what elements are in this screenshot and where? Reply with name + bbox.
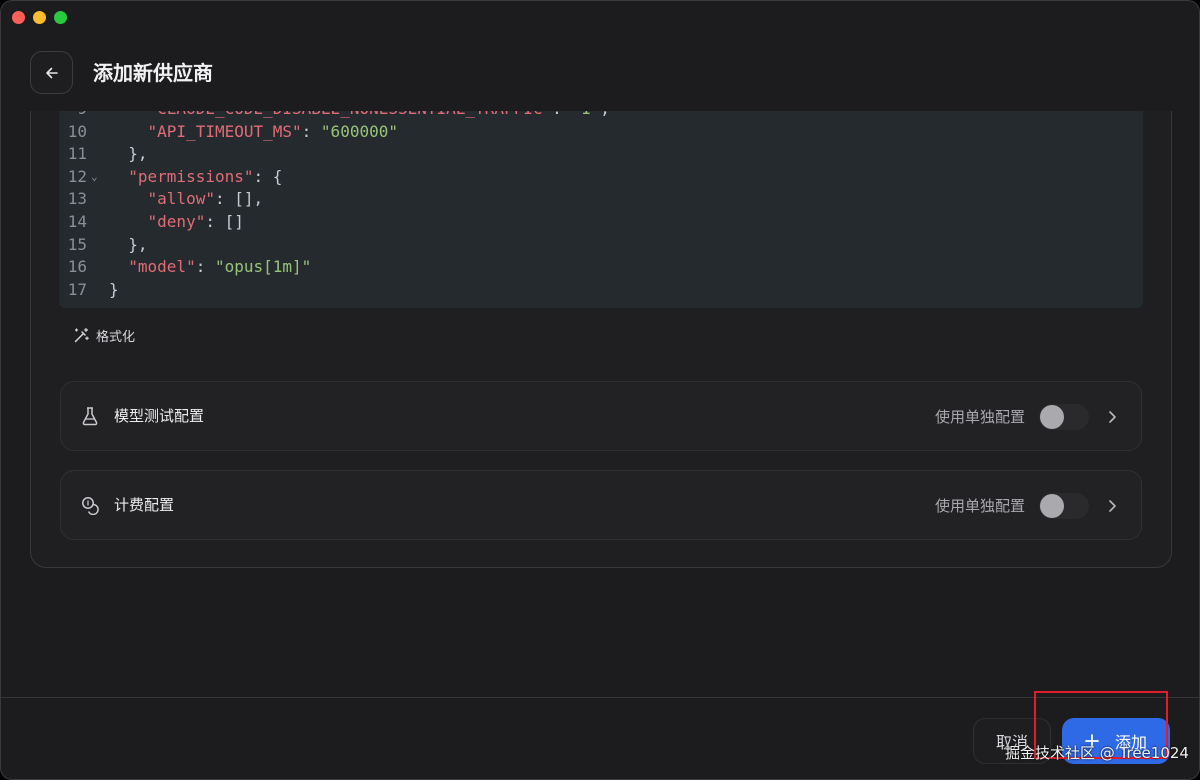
code-token: "permissions" <box>128 166 254 186</box>
code-text: "deny": [] <box>109 210 244 233</box>
code-token: "API_TIMEOUT_MS" <box>147 121 302 141</box>
code-line: 17} <box>59 278 1143 301</box>
code-token: "allow" <box>147 189 215 209</box>
billing-config-label: 计费配置 <box>114 496 175 514</box>
line-number: 17 <box>67 279 87 299</box>
code-text: "model": "opus[1m]" <box>109 255 311 278</box>
window-controls <box>12 11 67 24</box>
code-text: }, <box>109 142 148 165</box>
code-token: : [] <box>205 212 244 231</box>
line-number: 16 <box>67 257 87 277</box>
toggle-knob <box>1040 405 1064 429</box>
code-token: "model" <box>128 257 196 277</box>
minimize-window-button[interactable] <box>33 11 46 24</box>
format-button-label: 格式化 <box>96 329 136 345</box>
watermark-text: 掘金技术社区 @ Tree1024 <box>1005 744 1189 762</box>
content-scroll-area[interactable]: 9 "CLAUDE_CODE_DISABLE_NONESSENTIAL_TRAF… <box>1 111 1199 697</box>
code-line: 13 "allow": [], <box>59 187 1143 210</box>
code-token: "1" <box>571 111 600 118</box>
code-token: "600000" <box>320 121 398 141</box>
code-token: }, <box>109 144 148 164</box>
zoom-window-button[interactable] <box>54 11 67 24</box>
toggle-knob <box>1040 494 1064 518</box>
code-token: , <box>600 111 610 118</box>
separate-config-label: 使用单独配置 <box>934 497 1025 515</box>
code-token: }, <box>109 234 148 254</box>
back-button[interactable] <box>30 51 73 94</box>
close-window-button[interactable] <box>12 11 25 24</box>
coins-icon <box>82 497 99 515</box>
code-line: 10 "API_TIMEOUT_MS": "600000" <box>59 120 1143 143</box>
code-line: 11 }, <box>59 142 1143 165</box>
code-text: }, <box>109 233 148 256</box>
app-window: 添加新供应商 9 "CLAUDE_CODE_DISABLE_NONESSENTI… <box>0 0 1200 780</box>
billing-config-card[interactable]: 计费配置 使用单独配置 <box>60 470 1142 540</box>
code-token: : { <box>253 166 283 186</box>
chevron-right-icon[interactable] <box>1105 497 1119 515</box>
code-token: : <box>301 121 321 141</box>
chevron-right-icon[interactable] <box>1105 408 1119 426</box>
code-token: "opus[1m]" <box>214 257 312 277</box>
code-line: 16 "model": "opus[1m]" <box>59 255 1143 278</box>
model-test-config-label: 模型测试配置 <box>114 407 205 425</box>
code-token: : <box>552 111 571 118</box>
code-text: "permissions": { <box>109 165 282 188</box>
code-text: } <box>109 278 119 301</box>
code-text: "API_TIMEOUT_MS": "600000" <box>109 120 398 143</box>
code-text: "allow": [], <box>109 187 264 210</box>
page-title: 添加新供应商 <box>93 61 213 85</box>
flask-icon <box>82 407 98 426</box>
code-token: } <box>109 279 119 299</box>
line-number: 10 <box>67 121 87 141</box>
code-token: : <box>195 257 215 277</box>
line-number: 12 <box>67 166 87 186</box>
magic-wand-icon <box>74 327 89 342</box>
json-code-editor[interactable]: 9 "CLAUDE_CODE_DISABLE_NONESSENTIAL_TRAF… <box>59 111 1143 308</box>
code-line: 14 "deny": [] <box>59 210 1143 233</box>
footer-divider <box>1 697 1199 698</box>
code-token: "deny" <box>147 212 206 231</box>
line-number: 14 <box>67 212 87 231</box>
code-line: 15 }, <box>59 233 1143 256</box>
line-number: 13 <box>67 189 87 209</box>
arrow-left-icon <box>45 67 58 78</box>
code-token: "CLAUDE_CODE_DISABLE_NONESSENTIAL_TRAFFI… <box>109 111 553 118</box>
code-token: : [], <box>214 189 264 209</box>
model-test-config-card[interactable]: 模型测试配置 使用单独配置 <box>60 381 1142 451</box>
line-number: 11 <box>67 144 87 164</box>
code-line: 12 ⌄ "permissions": { <box>59 165 1143 188</box>
line-number: 15 <box>67 234 87 254</box>
separate-config-label: 使用单独配置 <box>934 408 1025 426</box>
billing-separate-toggle[interactable] <box>1039 493 1089 519</box>
format-button[interactable]: 格式化 <box>73 324 135 346</box>
model-test-separate-toggle[interactable] <box>1039 404 1089 430</box>
fold-chevron-icon[interactable]: ⌄ <box>91 165 98 188</box>
